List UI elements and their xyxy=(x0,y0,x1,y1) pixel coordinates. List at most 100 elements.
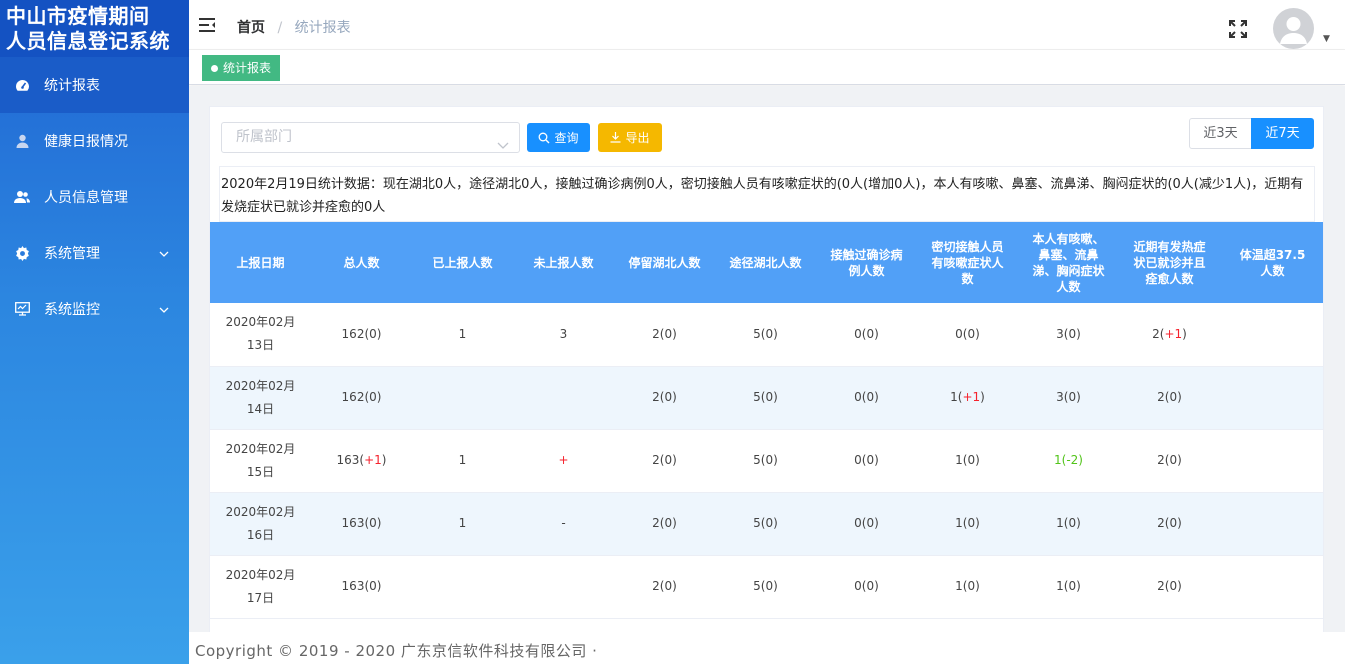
main-content: 所属部门 查询 导出 近3天 近7天 2020年2月19日统计数据：现在湖北0人… xyxy=(189,86,1345,646)
app-logo: 中山市疫情期间 人员信息登记系统 xyxy=(0,0,189,57)
fullscreen-icon[interactable] xyxy=(1229,20,1247,42)
sidebar-item-health-daily[interactable]: 健康日报情况 xyxy=(0,113,189,169)
cell-contact: 0(0) xyxy=(816,555,917,619)
fever-delta: +1 xyxy=(1164,326,1183,341)
table-header-row: 上报日期 总人数 已上报人数 未上报人数 停留湖北人数 途径湖北人数 接触过确诊… xyxy=(210,222,1323,303)
export-label: 导出 xyxy=(625,131,650,145)
cell-close-cough: 1(0) xyxy=(917,492,1018,556)
cell-hubei-pass: 5(0) xyxy=(715,555,816,619)
cell-close-cough: 0(0) xyxy=(917,303,1018,367)
cell-temp-over xyxy=(1220,366,1323,430)
download-icon xyxy=(610,132,621,143)
table-row: 2020年02月13日 162(0) 1 3 2(0) 5(0) 0(0) 0(… xyxy=(210,303,1323,367)
logo-line-1: 中山市疫情期间 xyxy=(6,4,150,28)
fever-end: ) xyxy=(1182,326,1187,341)
col-header-hubei-pass: 途径湖北人数 xyxy=(715,222,816,303)
sidebar-item-label: 统计报表 xyxy=(44,78,100,94)
cell-contact: 0(0) xyxy=(816,303,917,367)
cell-fever-recovered: 2(0) xyxy=(1119,555,1220,619)
total-value: 162 xyxy=(341,326,365,341)
total-delta-close: ) xyxy=(381,453,387,467)
export-button[interactable]: 导出 xyxy=(598,123,662,152)
monitor-icon xyxy=(14,301,30,317)
cell-self-symptom: 1(0) xyxy=(1018,555,1119,619)
total-value: 162 xyxy=(341,390,365,404)
table-row: 2020年02月17日 163(0) 2(0) 5(0) 0(0) 1(0) 1… xyxy=(210,555,1323,619)
range-7-days-button[interactable]: 近7天 xyxy=(1251,118,1314,149)
cell-close-cough: 1(+1) xyxy=(917,366,1018,430)
total-delta: (0) xyxy=(364,390,382,404)
chevron-down-icon xyxy=(159,301,169,317)
cell-reported xyxy=(412,555,513,619)
sidebar-item-system-monitor[interactable]: 系统监控 xyxy=(0,281,189,337)
sidebar-item-label: 人员信息管理 xyxy=(44,190,128,206)
close-cough-delta: +1 xyxy=(962,390,981,404)
query-label: 查询 xyxy=(554,131,579,145)
cell-hubei-pass: 5(0) xyxy=(715,492,816,556)
cell-hubei-stay: 2(0) xyxy=(614,366,715,430)
close-paren: ) xyxy=(980,390,985,404)
cell-self-symptom: 3(0) xyxy=(1018,303,1119,367)
search-icon xyxy=(539,132,550,143)
cell-self-symptom: 1(-2) xyxy=(1018,429,1119,493)
cell-fever-recovered: 2(+1) xyxy=(1119,303,1220,367)
close-cough-base: 1( xyxy=(950,390,963,404)
breadcrumb-home[interactable]: 首页 xyxy=(237,20,265,36)
cell-temp-over xyxy=(1220,492,1323,556)
hamburger-menu-icon[interactable] xyxy=(199,18,215,36)
sidebar-item-person-info[interactable]: 人员信息管理 xyxy=(0,169,189,225)
user-icon xyxy=(14,133,30,149)
cell-hubei-stay: 2(0) xyxy=(614,492,715,556)
total-value: 163 xyxy=(336,453,360,467)
table-row: 2020年02月15日 163(+1) 1 + 2(0) 5(0) 0(0) 1… xyxy=(210,429,1323,493)
cell-date: 2020年02月14日 xyxy=(210,366,311,430)
cell-contact: 0(0) xyxy=(816,429,917,493)
total-delta: (0) xyxy=(364,579,382,593)
sidebar-item-stats[interactable]: 统计报表 xyxy=(0,57,189,113)
cell-temp-over xyxy=(1220,555,1323,619)
sidebar-item-label: 健康日报情况 xyxy=(44,134,128,150)
fever-base: 2( xyxy=(1152,326,1165,341)
col-header-close-cough: 密切接触人员有咳嗽症状人数 xyxy=(917,222,1018,303)
query-button[interactable]: 查询 xyxy=(527,123,590,152)
col-header-self-symptom: 本人有咳嗽、鼻塞、流鼻涕、胸闷症状人数 xyxy=(1018,222,1119,303)
cell-total: 162(0) xyxy=(311,366,412,430)
col-header-hubei-stay: 停留湖北人数 xyxy=(614,222,715,303)
active-dot-icon xyxy=(211,64,218,72)
tag-stats-report[interactable]: 统计报表 xyxy=(202,55,281,81)
cell-contact: 0(0) xyxy=(816,492,917,556)
cell-reported: 1 xyxy=(412,303,513,367)
cell-unreported: - xyxy=(513,492,614,556)
cell-fever-recovered: 2(0) xyxy=(1119,492,1220,556)
cell-hubei-pass: 5(0) xyxy=(715,366,816,430)
cell-hubei-stay: 2(0) xyxy=(614,429,715,493)
department-placeholder: 所属部门 xyxy=(236,129,292,145)
department-select[interactable]: 所属部门 xyxy=(221,122,520,153)
cell-date: 2020年02月16日 xyxy=(210,492,311,556)
cell-unreported: 3 xyxy=(513,303,614,367)
col-header-date: 上报日期 xyxy=(210,222,311,303)
range-3-days-button[interactable]: 近3天 xyxy=(1189,118,1252,149)
col-header-unreported: 未上报人数 xyxy=(513,222,614,303)
sidebar-item-label: 系统监控 xyxy=(44,302,100,318)
top-navbar: 首页 / 统计报表 ▼ xyxy=(189,0,1345,50)
cell-self-symptom: 1(0) xyxy=(1018,492,1119,556)
cell-total: 163(+1) xyxy=(311,429,412,493)
sidebar-item-system-manage[interactable]: 系统管理 xyxy=(0,225,189,281)
chevron-down-icon xyxy=(497,132,509,161)
col-header-total: 总人数 xyxy=(311,222,412,303)
cell-unreported xyxy=(513,555,614,619)
cell-unreported xyxy=(513,366,614,430)
cell-temp-over xyxy=(1220,429,1323,493)
cell-hubei-stay: 2(0) xyxy=(614,303,715,367)
table-row: 2020年02月16日 163(0) 1 - 2(0) 5(0) 0(0) 1(… xyxy=(210,492,1323,556)
cell-total: 163(0) xyxy=(311,492,412,556)
cell-total: 162(0) xyxy=(311,303,412,367)
users-icon xyxy=(14,189,30,205)
dashboard-icon xyxy=(14,77,30,93)
avatar[interactable] xyxy=(1273,8,1314,49)
col-header-fever-recovered: 近期有发热症状已就诊并且痊愈人数 xyxy=(1119,222,1220,303)
cell-reported xyxy=(412,366,513,430)
cell-temp-over xyxy=(1220,303,1323,367)
caret-down-icon[interactable]: ▼ xyxy=(1323,34,1330,44)
